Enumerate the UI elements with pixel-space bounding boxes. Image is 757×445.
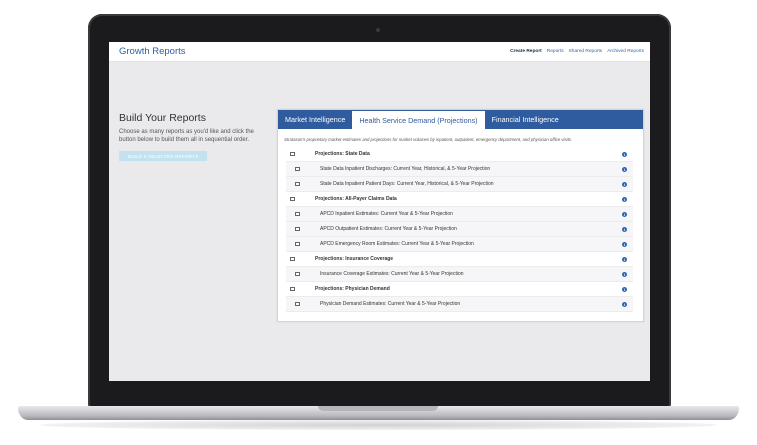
report-checkbox[interactable]: [295, 211, 300, 217]
report-label: APCD Outpatient Estimates: Current Year …: [320, 226, 457, 232]
info-icon[interactable]: i: [622, 301, 627, 307]
nav-reports[interactable]: Reports: [547, 49, 564, 54]
report-panel: Market Intelligence Health Service Deman…: [277, 109, 644, 322]
build-selected-reports-button[interactable]: BUILD 0 SELECTED REPORTS: [119, 151, 207, 162]
tab-financial-intelligence[interactable]: Financial Intelligence: [485, 110, 566, 129]
report-label: Projections: State Data: [315, 151, 370, 157]
info-icon[interactable]: i: [622, 271, 627, 277]
report-checkbox[interactable]: [295, 166, 300, 172]
report-row: APCD Outpatient Estimates: Current Year …: [286, 222, 633, 237]
report-group-row: Projections: Physician Demand i: [286, 282, 633, 297]
report-label: Insurance Coverage Estimates: Current Ye…: [320, 271, 464, 277]
report-label: APCD Emergency Room Estimates: Current Y…: [320, 241, 474, 247]
report-group-row: Projections: Insurance Coverage i: [286, 252, 633, 267]
info-icon[interactable]: i: [622, 286, 627, 292]
info-icon[interactable]: i: [622, 181, 627, 187]
laptop-screen: Growth Reports Create Report Reports Sha…: [109, 42, 650, 381]
info-icon[interactable]: i: [622, 226, 627, 232]
report-group-row: Projections: State Data i: [286, 147, 633, 162]
laptop-shadow: [40, 420, 717, 430]
report-group-row: Projections: All-Payer Claims Data i: [286, 192, 633, 207]
report-row: Physician Demand Estimates: Current Year…: [286, 297, 633, 312]
page-title: Build Your Reports: [119, 112, 206, 124]
nav-shared-reports[interactable]: Shared Reports: [569, 49, 603, 54]
nav-create-report[interactable]: Create Report: [510, 49, 542, 54]
brand-title[interactable]: Growth Reports: [119, 46, 186, 57]
report-row: APCD Inpatient Estimates: Current Year &…: [286, 207, 633, 222]
report-checkbox[interactable]: [290, 286, 295, 292]
report-checkbox[interactable]: [295, 181, 300, 187]
camera-dot: [376, 28, 380, 32]
report-row: State Data Inpatient Patient Days: Curre…: [286, 177, 633, 192]
report-tabs: Market Intelligence Health Service Deman…: [278, 110, 643, 129]
info-icon[interactable]: i: [622, 196, 627, 202]
report-checkbox[interactable]: [295, 301, 300, 307]
report-row: APCD Emergency Room Estimates: Current Y…: [286, 237, 633, 252]
report-label: Projections: Insurance Coverage: [315, 256, 394, 262]
report-list: Projections: State Data i State Data Inpat…: [286, 147, 633, 312]
page-description: Choose as many reports as you'd like and…: [119, 129, 254, 143]
report-checkbox[interactable]: [295, 271, 300, 277]
report-label: State Data Inpatient Discharges: Current…: [320, 166, 491, 172]
report-label: APCD Inpatient Estimates: Current Year &…: [320, 211, 453, 217]
laptop-notch: [318, 406, 438, 411]
report-label: Projections: All-Payer Claims Data: [315, 196, 397, 202]
build-intro: Build Your Reports Choose as many report…: [119, 112, 271, 162]
report-checkbox[interactable]: [295, 226, 300, 232]
report-row: State Data Inpatient Discharges: Current…: [286, 162, 633, 177]
tab-description: Stratasan's proprietary market estimates…: [284, 137, 573, 142]
report-label: Projections: Physician Demand: [315, 286, 390, 292]
info-icon[interactable]: i: [622, 256, 627, 262]
nav-links: Create Report Reports Shared Reports Arc…: [510, 49, 644, 54]
report-checkbox[interactable]: [290, 196, 295, 202]
report-row: Insurance Coverage Estimates: Current Ye…: [286, 267, 633, 282]
report-label: Physician Demand Estimates: Current Year…: [320, 301, 461, 307]
info-icon[interactable]: i: [622, 211, 627, 217]
tab-health-service-demand[interactable]: Health Service Demand (Projections): [352, 110, 485, 129]
nav-archived-reports[interactable]: Archived Reports: [607, 49, 644, 54]
info-icon[interactable]: i: [622, 241, 627, 247]
top-navigation: Growth Reports Create Report Reports Sha…: [109, 42, 650, 62]
info-icon[interactable]: i: [622, 166, 627, 172]
tab-market-intelligence[interactable]: Market Intelligence: [278, 110, 352, 129]
report-checkbox[interactable]: [290, 151, 295, 157]
report-label: State Data Inpatient Patient Days: Curre…: [320, 181, 494, 187]
report-checkbox[interactable]: [290, 256, 295, 262]
info-icon[interactable]: i: [622, 151, 627, 157]
report-checkbox[interactable]: [295, 241, 300, 247]
